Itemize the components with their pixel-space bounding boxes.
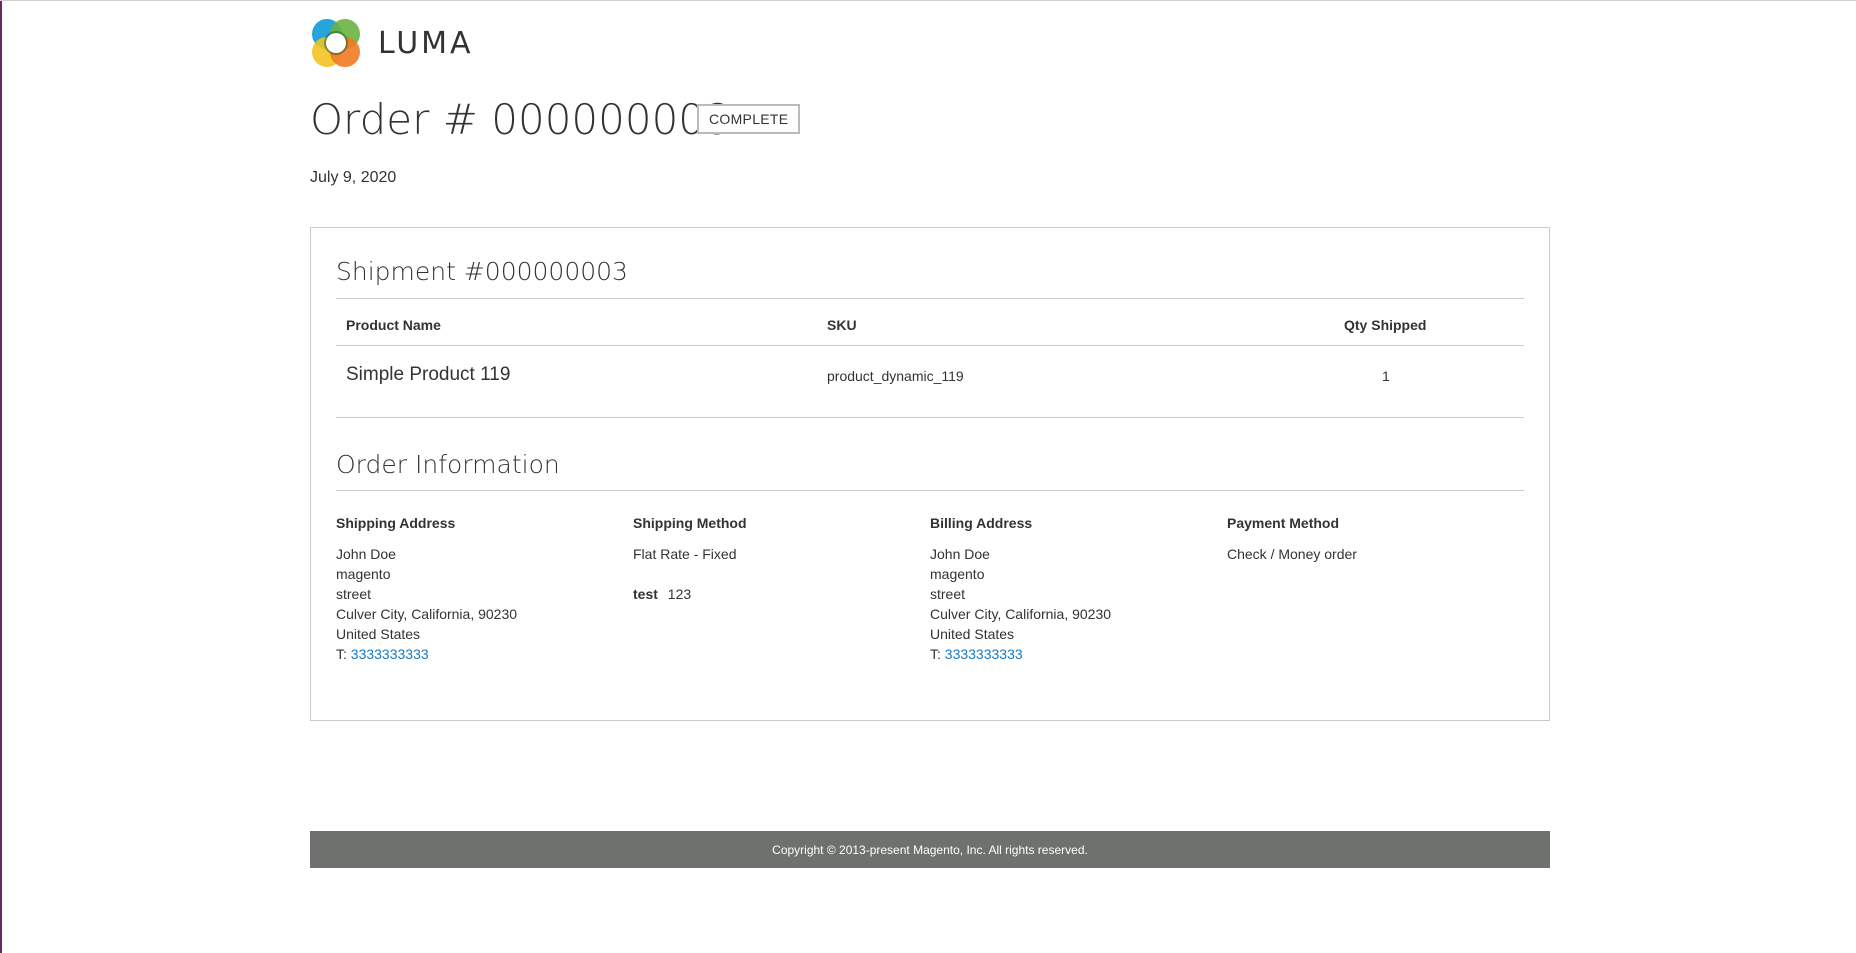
address-line: John Doe [930, 546, 990, 562]
divider [336, 345, 1524, 346]
order-status-badge: COMPLETE [697, 104, 801, 134]
address-line: John Doe [336, 546, 396, 562]
address-line: magento [930, 566, 985, 582]
address-line: magento [336, 566, 391, 582]
column-header-qty-shipped: Qty Shipped [1344, 317, 1427, 333]
phone-prefix: T: [336, 646, 347, 662]
shipping-method-value: Flat Rate - Fixed [633, 546, 737, 562]
copyright-text: Copyright © 2013-present Magento, Inc. A… [772, 842, 1088, 857]
luma-logo-icon [312, 19, 360, 67]
luma-logo[interactable]: LUMA [310, 18, 474, 68]
phone-line: T: 3333333333 [930, 644, 1220, 664]
tracking-number: 123 [667, 586, 692, 602]
shipping-address-block: Shipping Address John Doe magento street… [336, 515, 626, 664]
divider [336, 298, 1524, 299]
page-title: Order # 000000003 [310, 95, 732, 144]
qty-shipped-cell: 1 [1382, 368, 1390, 384]
address-line: Culver City, California, 90230 [336, 606, 518, 622]
divider [336, 417, 1524, 418]
payment-method-block: Payment Method Check / Money order [1227, 515, 1517, 564]
phone-prefix: T: [930, 646, 941, 662]
logo-text: LUMA [378, 25, 474, 61]
footer: Copyright © 2013-present Magento, Inc. A… [310, 831, 1550, 868]
phone-link[interactable]: 3333333333 [351, 646, 429, 662]
shipment-title: Shipment #000000003 [336, 257, 628, 286]
order-date: July 9, 2020 [310, 169, 397, 186]
address-line: street [336, 586, 372, 602]
window-left-edge [0, 0, 2, 953]
divider [336, 490, 1524, 491]
order-information-title: Order Information [336, 450, 560, 479]
billing-address-block: Billing Address John Doe magento street … [930, 515, 1220, 664]
tracking-label: test [633, 586, 658, 602]
payment-method-heading: Payment Method [1227, 515, 1340, 531]
address-line: United States [336, 626, 421, 642]
address-line: United States [930, 626, 1015, 642]
billing-address-heading: Billing Address [930, 515, 1033, 531]
phone-link[interactable]: 3333333333 [945, 646, 1023, 662]
product-name-cell: Simple Product 119 [346, 364, 511, 385]
shipping-address-heading: Shipping Address [336, 515, 456, 531]
order-details-box: Shipment #000000003 Product Name SKU Qty… [310, 227, 1550, 721]
payment-method-value: Check / Money order [1227, 546, 1357, 562]
sku-cell: product_dynamic_119 [827, 368, 964, 384]
column-header-sku: SKU [827, 317, 857, 333]
shipping-method-block: Shipping Method Flat Rate - Fixed test 1… [633, 515, 923, 604]
tracking-line: test 123 [633, 584, 923, 604]
window-top-edge [0, 0, 1856, 1]
phone-line: T: 3333333333 [336, 644, 626, 664]
column-header-product-name: Product Name [346, 317, 441, 333]
address-line: street [930, 586, 966, 602]
address-line: Culver City, California, 90230 [930, 606, 1112, 622]
shipping-method-heading: Shipping Method [633, 515, 747, 531]
